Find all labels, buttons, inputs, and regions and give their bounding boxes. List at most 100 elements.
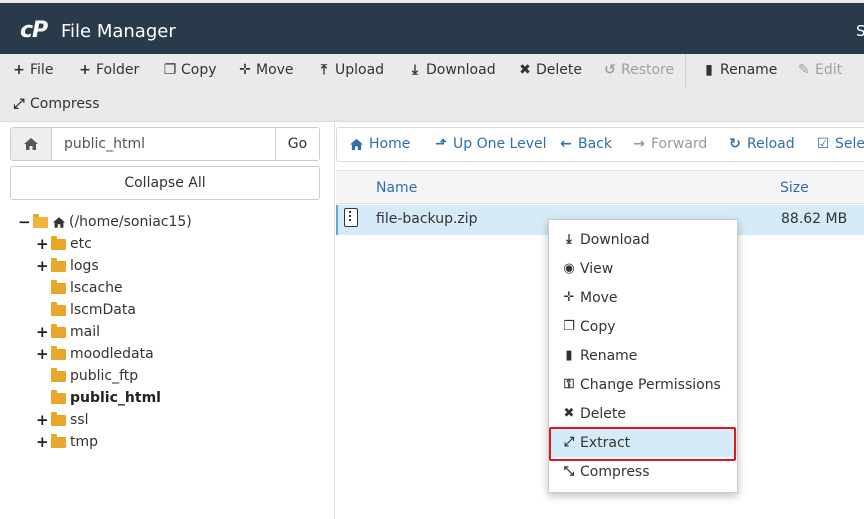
go-button[interactable]: Go (275, 128, 319, 160)
app-title: File Manager (61, 21, 176, 42)
toolbar: + File + Folder ❐ Copy ✛ Move ⤒ Upload ⤓… (0, 54, 864, 122)
context-menu-view[interactable]: ◉ View (549, 254, 737, 283)
expand-toggle-icon[interactable]: + (36, 433, 49, 451)
download-icon: ⤓ (566, 232, 572, 247)
arrow-right-icon: → (633, 136, 645, 152)
copy-button[interactable]: ❐ Copy (163, 62, 217, 78)
reload-button[interactable]: ↻ Reload (728, 136, 795, 152)
new-folder-button[interactable]: + Folder (78, 62, 139, 78)
delete-icon: ✖ (563, 406, 575, 421)
context-menu-label: Copy (580, 318, 616, 335)
folder-icon (51, 301, 66, 316)
context-menu-label: Change Permissions (580, 376, 721, 393)
folder-icon (51, 279, 66, 294)
home-button[interactable]: Home (349, 136, 410, 152)
tree-item-logs[interactable]: + logs (36, 255, 99, 277)
move-icon: ✛ (563, 290, 575, 305)
folder-icon (51, 257, 66, 272)
download-label: Download (426, 62, 496, 78)
home-icon (52, 216, 66, 228)
plus-icon: + (13, 62, 25, 78)
expand-toggle-icon[interactable]: + (36, 235, 49, 253)
upload-icon: ⤒ (320, 62, 328, 78)
up-one-level-label: Up One Level (453, 136, 547, 152)
rename-button[interactable]: ▮ Rename (702, 62, 777, 78)
context-menu-copy[interactable]: ❐ Copy (549, 312, 737, 341)
zip-file-icon (344, 208, 358, 227)
context-menu-move[interactable]: ✛ Move (549, 283, 737, 312)
key-icon: ⚿ (564, 377, 574, 392)
context-menu-download[interactable]: ⤓ Download (549, 225, 737, 254)
tree-item-public-ftp[interactable]: public_ftp (36, 365, 138, 387)
delete-button[interactable]: ✖ Delete (518, 62, 582, 78)
context-menu-label: Rename (580, 347, 638, 364)
context-menu-label: Extract (580, 434, 631, 451)
expand-toggle-icon[interactable]: + (36, 323, 49, 341)
app-header: cP File Manager S (0, 0, 864, 54)
tree-root[interactable]: − (/home/soniac15) (18, 211, 192, 233)
select-all-button[interactable]: ☑ Selec (816, 136, 864, 152)
tree-item-ssl[interactable]: + ssl (36, 409, 88, 431)
header-right-text[interactable]: S (856, 22, 864, 40)
rename-label: Rename (720, 62, 778, 78)
directory-sidebar: Go Collapse All − (/home/soniac15) +etc+… (0, 122, 335, 519)
path-input[interactable] (52, 128, 275, 160)
compress-button[interactable]: ⤢ Compress (12, 96, 99, 112)
back-label: Back (578, 136, 612, 152)
folder-open-icon (33, 213, 48, 228)
reload-label: Reload (747, 136, 795, 152)
eye-icon: ◉ (563, 261, 575, 276)
expand-toggle-icon[interactable]: + (36, 411, 49, 429)
context-menu-label: View (580, 260, 614, 277)
move-icon: ✛ (239, 62, 251, 78)
collapse-toggle-icon[interactable]: − (18, 213, 31, 231)
tree-root-label: (/home/soniac15) (69, 214, 192, 230)
file-icon: ▮ (705, 62, 713, 78)
tree-item-etc[interactable]: + etc (36, 233, 92, 255)
tree-item-lscmdata[interactable]: lscmData (36, 299, 136, 321)
column-header-name[interactable]: Name (376, 180, 417, 196)
upload-button[interactable]: ⤒ Upload (317, 62, 384, 78)
folder-icon (51, 389, 66, 404)
context-menu-compress[interactable]: ⤡ Compress (549, 457, 737, 486)
file-table-header: Name Size (336, 170, 864, 204)
copy-icon: ❐ (163, 62, 177, 78)
context-menu-rename[interactable]: ▮ Rename (549, 341, 737, 370)
copy-label: Copy (181, 62, 217, 78)
folder-icon (51, 345, 66, 360)
tree-item-moodledata[interactable]: + moodledata (36, 343, 154, 365)
cpanel-logo[interactable]: cP (20, 18, 48, 43)
tree-item-public-html[interactable]: public_html (36, 387, 161, 409)
tree-item-label: public_ftp (70, 368, 139, 384)
tree-item-label: public_html (70, 390, 161, 406)
back-button[interactable]: ← Back (559, 136, 612, 152)
file-name: file-backup.zip (376, 211, 478, 227)
tree-item-label: moodledata (70, 346, 154, 362)
edit-button[interactable]: ✎ Edit (797, 62, 842, 78)
tree-item-lscache[interactable]: lscache (36, 277, 123, 299)
tree-item-tmp[interactable]: + tmp (36, 431, 98, 453)
restore-button[interactable]: ↺ Restore (603, 62, 674, 78)
toolbar-divider (685, 54, 686, 88)
up-one-level-button[interactable]: ⬏ Up One Level (434, 136, 547, 152)
expand-toggle-icon[interactable]: + (36, 257, 49, 275)
expand-toggle-icon[interactable]: + (36, 345, 49, 363)
select-all-label: Selec (835, 136, 864, 152)
edit-label: Edit (815, 62, 843, 78)
collapse-all-button[interactable]: Collapse All (10, 166, 320, 200)
context-menu-change-permissions[interactable]: ⚿ Change Permissions (549, 370, 737, 399)
folder-icon (51, 323, 66, 338)
forward-button[interactable]: → Forward (632, 136, 707, 152)
new-file-button[interactable]: + File (12, 62, 53, 78)
home-directory-button[interactable] (11, 128, 52, 160)
context-menu-delete[interactable]: ✖ Delete (549, 399, 737, 428)
move-button[interactable]: ✛ Move (238, 62, 293, 78)
home-label: Home (369, 136, 411, 152)
context-menu-extract[interactable]: ⤢ Extract (549, 428, 737, 457)
compress-icon: ⤢ (13, 96, 25, 112)
download-button[interactable]: ⤓ Download (408, 62, 496, 78)
expand-icon: ⤢ (563, 435, 575, 450)
path-navigator: Go (10, 127, 320, 161)
column-header-size[interactable]: Size (780, 180, 809, 196)
tree-item-mail[interactable]: + mail (36, 321, 100, 343)
